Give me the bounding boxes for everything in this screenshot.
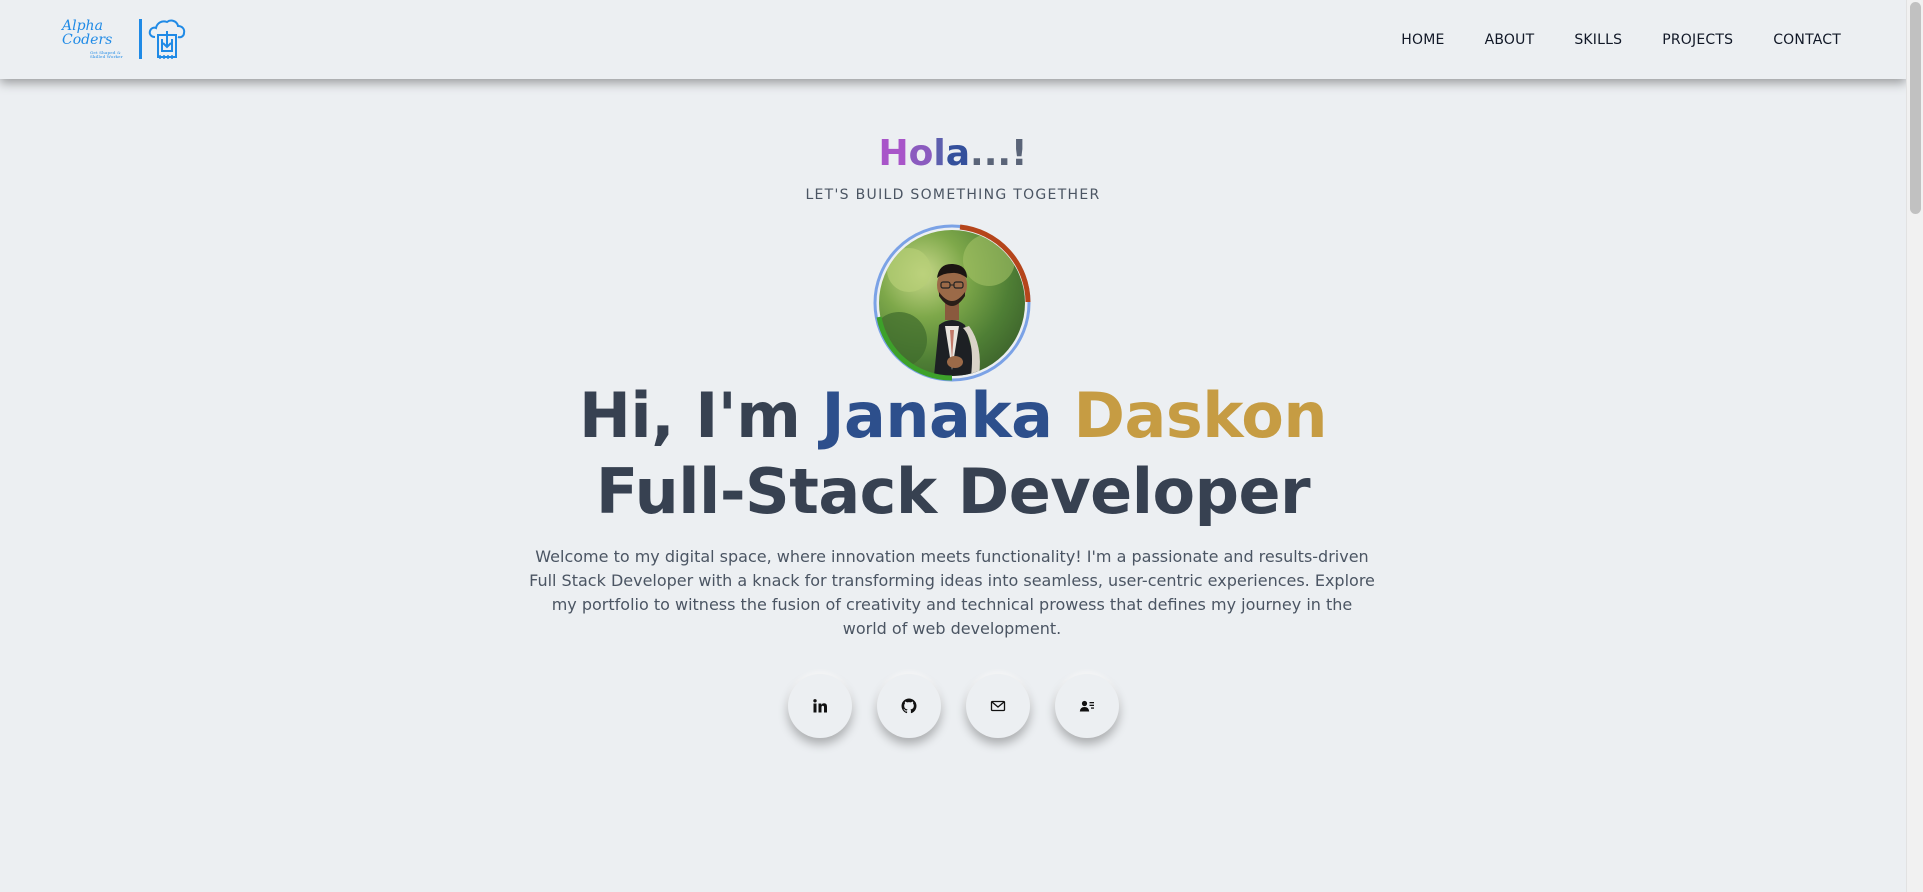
page: Alpha Coders Get Shaped & Skilled Worker… — [0, 0, 1923, 892]
hero-intro: Welcome to my digital space, where innov… — [529, 547, 1375, 638]
github-icon — [901, 698, 916, 714]
scrollbar-thumb[interactable] — [1910, 2, 1921, 214]
hero-role: Full-Stack Developer — [595, 455, 1311, 528]
greeting-ellipsis: ...! — [970, 133, 1028, 174]
headline-prefix: Hi, I'm — [578, 379, 801, 452]
greeting-letter: a — [945, 133, 971, 174]
first-name: Janaka — [821, 379, 1053, 452]
profile-photo — [871, 222, 1033, 384]
linkedin-button[interactable] — [787, 674, 852, 738]
logo-wordmark: Alpha Coders Get Shaped & Skilled Worker — [62, 19, 136, 59]
greeting: Hola...! — [0, 133, 1906, 174]
nav-skills[interactable]: SKILLS — [1574, 32, 1622, 48]
site-header: Alpha Coders Get Shaped & Skilled Worker… — [0, 0, 1906, 79]
avatar-ring — [873, 224, 1031, 382]
hero-tagline: LET'S BUILD SOMETHING TOGETHER — [805, 187, 1101, 203]
greeting-letter: o — [908, 133, 934, 174]
nav-home[interactable]: HOME — [1401, 32, 1444, 48]
greeting-letter: l — [933, 133, 946, 174]
main-nav: HOME ABOUT SKILLS PROJECTS CONTACT — [1401, 0, 1841, 79]
logo-tagline: Get Shaped & Skilled Worker — [90, 50, 123, 59]
mail-icon — [990, 700, 1005, 712]
logo-name: Alpha Coders — [62, 18, 113, 48]
hero-headline: Hi, I'm Janaka Daskon — [0, 380, 1906, 452]
email-button[interactable] — [965, 674, 1030, 738]
greeting-letter: H — [878, 133, 909, 174]
linkedin-icon — [812, 699, 827, 713]
logo-divider — [139, 19, 142, 59]
social-links — [0, 674, 1906, 738]
brand-logo[interactable]: Alpha Coders Get Shaped & Skilled Worker — [62, 16, 192, 62]
contact-card-button[interactable] — [1054, 674, 1119, 738]
nav-about[interactable]: ABOUT — [1485, 32, 1535, 48]
nav-contact[interactable]: CONTACT — [1773, 32, 1841, 48]
page-scrollbar[interactable] — [1906, 0, 1923, 892]
nav-projects[interactable]: PROJECTS — [1662, 32, 1733, 48]
cloud-upload-icon — [148, 19, 186, 59]
contact-card-icon — [1079, 700, 1094, 712]
last-name: Daskon — [1073, 379, 1328, 452]
github-button[interactable] — [876, 674, 941, 738]
